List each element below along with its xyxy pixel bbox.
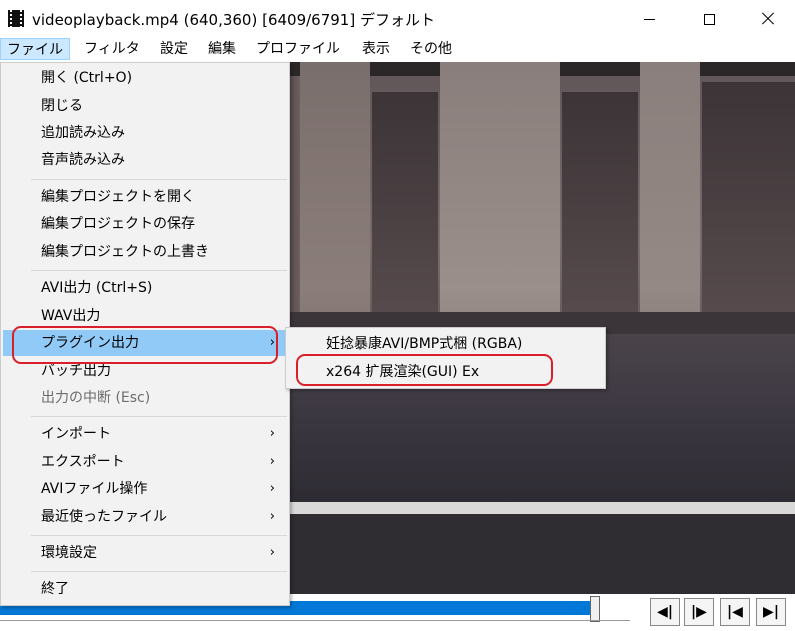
menu-separator [31,416,287,417]
menu-item-label: 編集プロジェクトの上書き [41,244,209,260]
menu-bar: ファイル フィルタ 設定 編集 プロファイル 表示 その他 [0,38,795,62]
chevron-right-icon: › [269,545,275,560]
menu-item-open[interactable]: 開く (Ctrl+O) [3,65,287,91]
menu-separator [31,571,287,572]
menu-item-label: 音声読み込み [41,152,125,168]
menu-item-label: 編集プロジェクトを開く [41,189,195,205]
menu-item-stop-output: 出力の中断 (Esc) [3,385,287,411]
video-window-2 [562,92,638,312]
menu-item-close[interactable]: 閉じる [3,93,287,119]
menu-item-avi-output[interactable]: AVI出力 (Ctrl+S) [3,275,287,301]
prev-frame-button[interactable]: ◀| [650,598,680,626]
menu-item-label: 編集プロジェクトの保存 [41,216,195,232]
menu-item-import[interactable]: インポート › [3,421,287,447]
menu-item-exit[interactable]: 終了 [3,576,287,602]
menu-item-label: バッチ出力 [41,363,111,379]
annotation-highlight-x264 [296,354,553,386]
menu-item-label: AVI出力 (Ctrl+S) [41,280,153,296]
menu-item-audio-load[interactable]: 音声読み込み [3,147,287,173]
maximize-icon [703,13,715,25]
menu-item-label: 出力の中断 (Esc) [41,390,151,406]
menu-view[interactable]: 表示 [356,38,396,60]
menu-item-overwrite-project[interactable]: 編集プロジェクトの上書き [3,239,287,265]
menu-item-label: WAV出力 [41,308,101,324]
chevron-right-icon: › [269,481,275,496]
submenu-item-label: 妊捻暴康AVI/BMP式梱 (RGBA) [326,336,523,352]
chevron-right-icon: › [269,509,275,524]
close-button[interactable] [745,0,791,38]
menu-item-label: 追加読み込み [41,125,125,141]
close-icon [761,12,775,26]
video-window-3 [702,82,795,312]
menu-filter[interactable]: フィルタ [78,38,146,60]
menu-file[interactable]: ファイル [0,38,70,60]
video-window-1 [372,92,438,312]
menu-edit[interactable]: 編集 [202,38,242,60]
seek-track [0,620,630,621]
title-bar: videoplayback.mp4 (640,360) [6409/6791] … [0,0,795,38]
menu-separator [31,179,287,180]
menu-item-open-project[interactable]: 編集プロジェクトを開く [3,184,287,210]
window-title: videoplayback.mp4 (640,360) [6409/6791] … [32,11,435,29]
menu-item-label: 終了 [41,581,69,597]
menu-item-label: 最近使ったファイル [41,509,167,525]
menu-item-label: 閉じる [41,98,83,114]
film-icon [8,10,24,27]
maximize-button[interactable] [686,0,732,38]
seek-slider-handle[interactable] [590,596,600,622]
menu-item-append[interactable]: 追加読み込み [3,120,287,146]
annotation-highlight-plugin-output [12,326,278,364]
menu-settings[interactable]: 設定 [154,38,194,60]
menu-item-recent-files[interactable]: 最近使ったファイル › [3,504,287,530]
next-frame-button[interactable]: |▶ [684,598,714,626]
menu-item-avi-file-ops[interactable]: AVIファイル操作 › [3,476,287,502]
menu-item-save-project[interactable]: 編集プロジェクトの保存 [3,211,287,237]
menu-profile[interactable]: プロファイル [250,38,346,60]
minimize-button[interactable] [626,0,672,38]
jump-end-button[interactable]: ▶| [756,598,786,626]
menu-item-label: インポート [41,426,111,442]
menu-item-label: エクスポート [41,454,125,470]
menu-item-preferences[interactable]: 環境設定 › [3,540,287,566]
menu-separator [31,270,287,271]
menu-other[interactable]: その他 [404,38,458,60]
menu-item-label: 開く (Ctrl+O) [41,70,133,86]
menu-separator [31,535,287,536]
menu-item-export[interactable]: エクスポート › [3,449,287,475]
menu-item-label: AVIファイル操作 [41,481,148,497]
minimize-icon [643,18,655,20]
jump-start-button[interactable]: |◀ [720,598,750,626]
menu-item-label: 環境設定 [41,545,97,561]
chevron-right-icon: › [269,426,275,441]
chevron-right-icon: › [269,454,275,469]
